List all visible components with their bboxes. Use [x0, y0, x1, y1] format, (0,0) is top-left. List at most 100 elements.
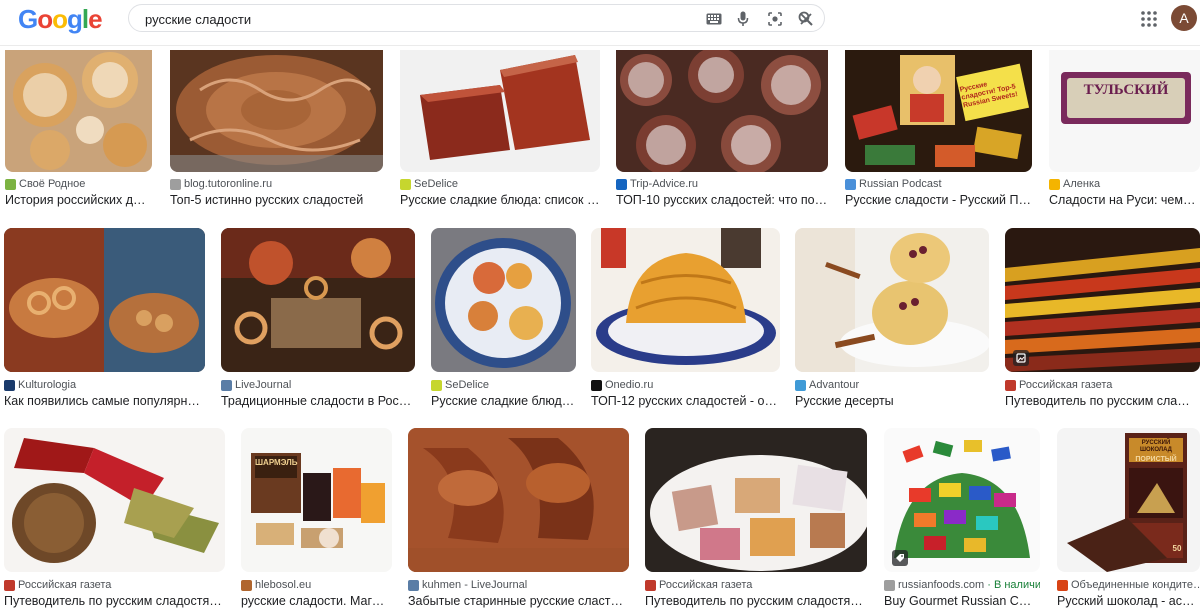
image-result[interactable]: Advantour Русские десерты: [795, 228, 989, 412]
thumbnail[interactable]: [4, 228, 205, 372]
result-title[interactable]: Русские десерты: [795, 394, 989, 408]
account-avatar[interactable]: A: [1171, 5, 1197, 31]
source-name: SeDelice: [445, 379, 490, 391]
tulsky-label: ТУЛЬСКИЙ: [1083, 82, 1169, 98]
source-name: Kulturologia: [18, 379, 77, 391]
source-name: SeDelice: [414, 178, 459, 190]
thumbnail[interactable]: [5, 50, 152, 172]
source-favicon-icon: [241, 579, 252, 591]
thumbnail[interactable]: [795, 228, 989, 372]
image-result[interactable]: ТУЛЬСКИЙ Аленка Сладости на Руси: чем …: [1049, 50, 1200, 210]
source-favicon-icon: [4, 579, 15, 591]
result-title[interactable]: Топ-5 истинно русских сладостей: [170, 193, 383, 207]
keyboard-icon[interactable]: [704, 9, 724, 29]
result-title[interactable]: История российских дес…: [5, 193, 152, 207]
source-favicon-icon: [400, 178, 411, 190]
thumbnail[interactable]: РУССКИЙ ШОКОЛАД ПОРИСТЫЙ 50: [1057, 428, 1200, 572]
result-title[interactable]: Путеводитель по русским сладо…: [1005, 394, 1195, 408]
image-result[interactable]: Onedio.ru ТОП-12 русских сладостей - one…: [591, 228, 780, 412]
source-favicon-icon: [431, 379, 442, 391]
source-name: Российская газета: [18, 579, 112, 591]
thumbnail[interactable]: [170, 50, 383, 172]
source-name: hlebosol.eu: [255, 579, 312, 591]
thumbnail[interactable]: [616, 50, 828, 172]
image-result[interactable]: Российская газета Путеводитель по русски…: [4, 428, 225, 616]
image-result[interactable]: Русские сладости! Top-5 Russian Sweets! …: [845, 50, 1032, 210]
image-result[interactable]: Trip-Advice.ru ТОП-10 русских сладостей:…: [616, 50, 828, 210]
thumbnail[interactable]: [884, 428, 1040, 572]
image-result[interactable]: SeDelice Русские сладкие блюда: список н…: [400, 50, 600, 210]
search-box: [128, 4, 825, 32]
thumbnail[interactable]: [221, 228, 415, 372]
thumbnail[interactable]: [408, 428, 629, 572]
image-result[interactable]: Российская газета Путеводитель по русски…: [645, 428, 867, 616]
source-favicon-icon: [221, 379, 232, 391]
google-logo[interactable]: Google: [18, 4, 103, 35]
result-title[interactable]: ТОП-12 русских сладостей - one…: [591, 394, 780, 408]
image-result[interactable]: Своё Родное История российских дес…: [5, 50, 152, 210]
image-result[interactable]: ШАРМЭЛЬ hlebosol.eu русские сладости. Ма…: [241, 428, 392, 616]
search-input[interactable]: [145, 9, 645, 29]
in-stock-status: · В наличии: [987, 579, 1040, 591]
source-favicon-icon: [884, 579, 895, 591]
thumbnail[interactable]: [431, 228, 576, 372]
result-title[interactable]: Традиционные сладости в России: [221, 394, 415, 408]
search-icon[interactable]: [795, 8, 815, 28]
source-name: Onedio.ru: [605, 379, 654, 391]
image-result[interactable]: РУССКИЙ ШОКОЛАД ПОРИСТЫЙ 50 Объединенные…: [1057, 428, 1200, 616]
result-title[interactable]: русские сладости. Мага…: [241, 594, 389, 608]
image-result[interactable]: Российская газета Путеводитель по русски…: [1005, 228, 1200, 412]
result-title[interactable]: Путеводитель по русским сладостям …: [645, 594, 867, 608]
source-name: Российская газета: [659, 579, 753, 591]
thumbnail[interactable]: [400, 50, 600, 172]
thumbnail[interactable]: [645, 428, 867, 572]
source-favicon-icon: [408, 579, 419, 591]
source-favicon-icon: [591, 379, 602, 391]
microphone-icon[interactable]: [733, 9, 753, 29]
result-title[interactable]: Сладости на Руси: чем …: [1049, 193, 1197, 207]
logo-letter: o: [52, 4, 68, 34]
result-title[interactable]: Buy Gourmet Russian Cho…: [884, 594, 1037, 608]
result-title[interactable]: Путеводитель по русским сладостям …: [4, 594, 225, 608]
logo-letter: g: [67, 4, 83, 34]
thumbnail[interactable]: [1005, 228, 1200, 372]
image-result[interactable]: Kulturologia Как появились самые популяр…: [4, 228, 205, 412]
chocolate-weight-label: 50: [1172, 544, 1182, 553]
top-bar: Google A: [0, 0, 1200, 46]
apps-grid-icon[interactable]: [1139, 9, 1159, 29]
source-favicon-icon: [645, 579, 656, 591]
image-badge-icon: [1013, 350, 1029, 366]
thumbnail[interactable]: [4, 428, 225, 572]
result-title[interactable]: Русский шоколад - асс…: [1057, 594, 1197, 608]
source-favicon-icon: [1057, 579, 1068, 591]
lens-camera-icon[interactable]: [765, 9, 785, 29]
source-name: Своё Родное: [19, 178, 86, 190]
image-result[interactable]: SeDelice Русские сладкие блюд…: [431, 228, 576, 412]
result-title[interactable]: Русские сладкие блюд…: [431, 394, 576, 408]
source-name: blog.tutoronline.ru: [184, 178, 273, 190]
sharmel-label: ШАРМЭЛЬ: [255, 458, 298, 467]
result-title[interactable]: ТОП-10 русских сладостей: что поп…: [616, 193, 828, 207]
source-name: Trip-Advice.ru: [630, 178, 699, 190]
result-title[interactable]: Как появились самые популярны…: [4, 394, 205, 408]
image-result[interactable]: russianfoods.com· В наличии Buy Gourmet …: [884, 428, 1040, 616]
source-favicon-icon: [4, 379, 15, 391]
logo-letter: e: [88, 4, 103, 34]
source-favicon-icon: [1049, 178, 1060, 190]
result-title[interactable]: Забытые старинные русские сласти: …: [408, 594, 629, 608]
result-title[interactable]: Русские сладкие блюда: список н…: [400, 193, 600, 207]
thumbnail[interactable]: ШАРМЭЛЬ: [241, 428, 392, 572]
source-name: Russian Podcast: [859, 178, 942, 190]
thumbnail[interactable]: ТУЛЬСКИЙ: [1049, 50, 1200, 172]
chocolate-name-label: ПОРИСТЫЙ: [1135, 456, 1177, 463]
image-result[interactable]: kuhmen - LiveJournal Забытые старинные р…: [408, 428, 629, 616]
result-title[interactable]: Русские сладости - Русский По…: [845, 193, 1032, 207]
source-favicon-icon: [1005, 379, 1016, 391]
source-name: Объединенные кондите…: [1071, 579, 1200, 591]
thumbnail[interactable]: [591, 228, 780, 372]
image-result[interactable]: LiveJournal Традиционные сладости в Росс…: [221, 228, 415, 412]
source-name: LiveJournal: [235, 379, 292, 391]
thumbnail[interactable]: Русские сладости! Top-5 Russian Sweets!: [845, 50, 1032, 172]
source-favicon-icon: [5, 178, 16, 190]
image-result[interactable]: blog.tutoronline.ru Топ-5 истинно русски…: [170, 50, 383, 210]
